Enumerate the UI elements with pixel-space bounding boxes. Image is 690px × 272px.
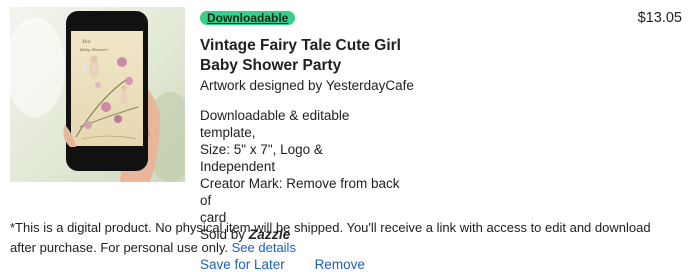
spec-line: Creator Mark: Remove from back of bbox=[200, 176, 400, 208]
product-image[interactable]: Yes Baby Shower! bbox=[10, 7, 185, 182]
designer-credit: Artwork designed by YesterdayCafe bbox=[200, 77, 600, 95]
phone-mockup-image: Yes Baby Shower! bbox=[10, 7, 185, 182]
downloadable-badge[interactable]: Downloadable bbox=[200, 11, 296, 25]
item-actions: Save for Later Remove bbox=[200, 257, 600, 272]
product-title[interactable]: Vintage Fairy Tale Cute Girl Baby Shower… bbox=[200, 36, 410, 76]
save-for-later-link[interactable]: Save for Later bbox=[200, 257, 285, 272]
see-details-link[interactable]: See details bbox=[232, 240, 296, 255]
item-price: $13.05 bbox=[637, 10, 682, 26]
remove-link[interactable]: Remove bbox=[315, 257, 365, 272]
designer-link[interactable]: Artwork designed by YesterdayCafe bbox=[200, 78, 414, 93]
digital-product-notice: *This is a digital product. No physical … bbox=[10, 218, 670, 258]
svg-text:Baby Shower!: Baby Shower! bbox=[79, 47, 109, 52]
notice-text: *This is a digital product. No physical … bbox=[10, 220, 651, 255]
svg-text:Yes: Yes bbox=[82, 39, 91, 45]
spec-line: Size: 5" x 7", Logo & Independent bbox=[200, 142, 323, 174]
spec-line: Downloadable & editable template, bbox=[200, 108, 350, 140]
product-specs: Downloadable & editable template, Size: … bbox=[200, 107, 400, 226]
